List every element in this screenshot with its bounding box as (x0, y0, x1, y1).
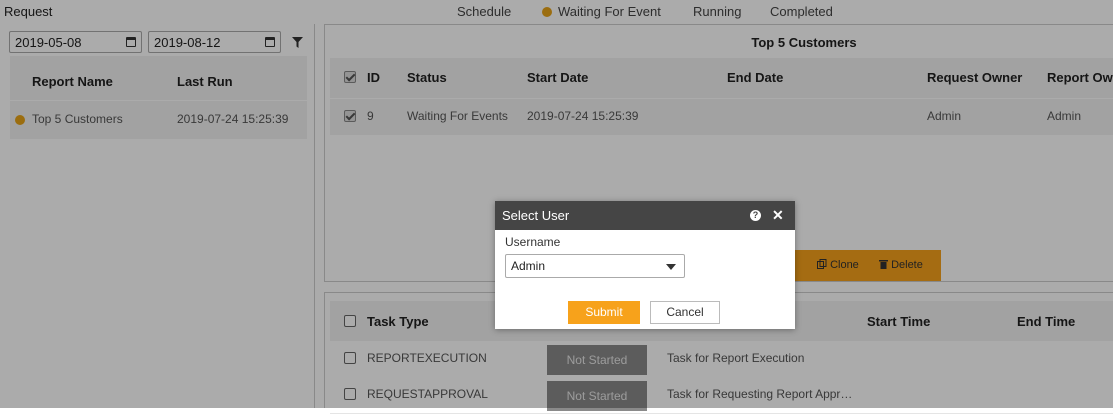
select-user-dialog: Select User ? ✕ Username Admin Submit Ca… (495, 201, 795, 329)
close-icon[interactable]: ✕ (772, 207, 784, 223)
username-label: Username (505, 235, 561, 249)
chevron-down-icon (666, 264, 676, 270)
dialog-title: Select User (502, 208, 570, 223)
dialog-header: Select User ? ✕ (495, 201, 795, 230)
cancel-button[interactable]: Cancel (650, 301, 720, 324)
help-icon[interactable]: ? (750, 210, 761, 221)
submit-button[interactable]: Submit (568, 301, 640, 324)
username-value: Admin (511, 259, 546, 273)
username-select[interactable]: Admin (505, 254, 685, 278)
